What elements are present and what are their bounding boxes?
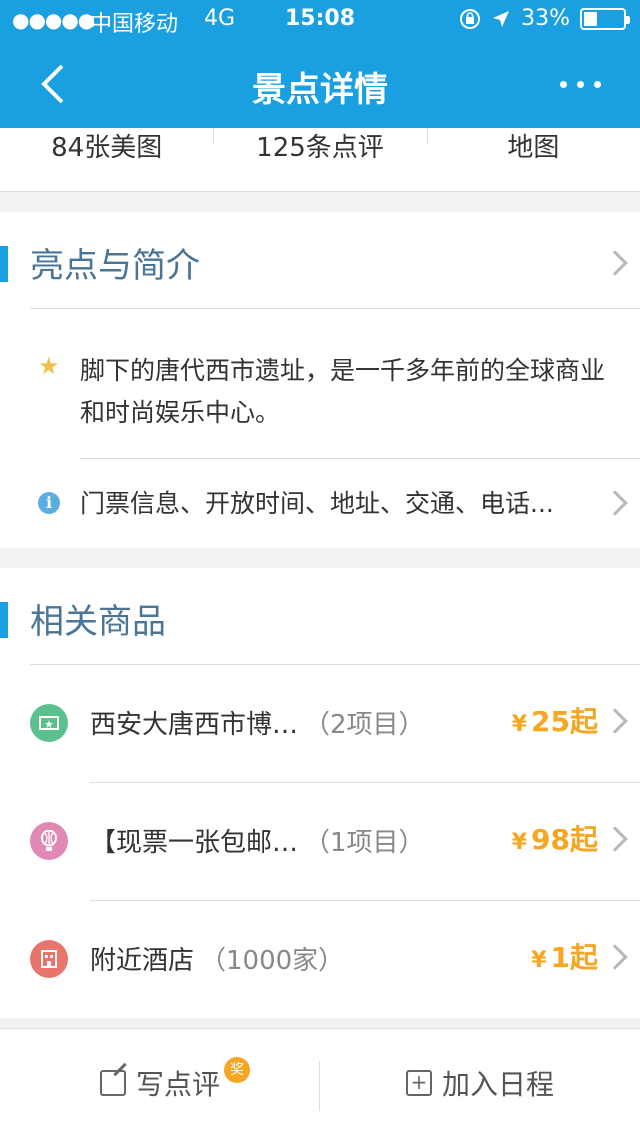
location-icon xyxy=(493,10,510,27)
product-count: （2项目） xyxy=(304,710,425,740)
battery-level xyxy=(584,11,597,26)
top-bar: ●●●●● 中国移动 4G 15:08 33% 景点详情 xyxy=(0,0,640,128)
price-value: 25起 xyxy=(531,705,598,738)
section-accent-bar xyxy=(0,602,8,638)
calendar-add-icon: + xyxy=(405,1070,432,1096)
chevron-right-icon xyxy=(602,708,628,734)
battery-icon xyxy=(580,7,630,30)
product-title: 附近酒店 xyxy=(90,946,195,976)
products-header: 相关商品 xyxy=(0,568,640,664)
intro-section: 亮点与简介 ★ 脚下的唐代西市遗址，是一千多年前的全球商业和时尚娱乐中心。 i … xyxy=(0,212,640,548)
product-price: ¥98起 xyxy=(512,818,598,858)
product-row[interactable]: 西安大唐西市博… （2项目） ¥25起 xyxy=(0,664,640,782)
media-tabs: 84张美图 125条点评 地图 xyxy=(0,128,640,192)
edit-icon xyxy=(99,1070,126,1096)
section-title: 亮点与简介 xyxy=(30,246,200,286)
product-title: 西安大唐西市博… xyxy=(90,710,299,740)
more-button[interactable] xyxy=(542,64,618,104)
tab-map[interactable]: 地图 xyxy=(426,128,640,191)
info-icon: i xyxy=(38,492,60,514)
reward-badge: 奖 xyxy=(224,1057,250,1083)
star-icon: ★ xyxy=(38,352,60,380)
hotel-icon xyxy=(30,940,68,978)
product-price: ¥25起 xyxy=(512,700,598,740)
product-name: 【现票一张包邮… （1项目） xyxy=(90,822,425,859)
chevron-right-icon xyxy=(602,826,628,852)
ticket-icon xyxy=(30,704,68,742)
write-review-button[interactable]: 写点评 xyxy=(0,1029,320,1136)
highlight-text: 脚下的唐代西市遗址，是一千多年前的全球商业和时尚娱乐中心。 xyxy=(80,356,606,427)
currency-symbol: ¥ xyxy=(511,712,528,737)
divider xyxy=(30,308,640,309)
section-title: 相关商品 xyxy=(30,602,166,642)
write-review-label: 写点评 xyxy=(135,1068,220,1101)
product-price: ¥1起 xyxy=(531,936,598,976)
rotation-lock-icon xyxy=(460,8,481,29)
balloon-icon xyxy=(30,822,68,860)
add-schedule-button[interactable]: + 加入日程 xyxy=(320,1029,640,1136)
price-value: 1起 xyxy=(550,941,598,974)
nav-bar: 景点详情 xyxy=(0,40,640,128)
product-title: 【现票一张包邮… xyxy=(90,828,299,858)
product-count: （1000家） xyxy=(200,946,345,976)
products-section: 相关商品 西安大唐西市博… （2项目） ¥25起 【现票一张包邮… （1项目） ¥9… xyxy=(0,568,640,1018)
section-accent-bar xyxy=(0,246,8,282)
info-row[interactable]: i 门票信息、开放时间、地址、交通、电话... xyxy=(0,458,640,548)
tab-photos[interactable]: 84张美图 xyxy=(0,128,213,191)
product-row[interactable]: 附近酒店 （1000家） ¥1起 xyxy=(0,900,640,1018)
chevron-right-icon xyxy=(602,944,628,970)
intro-header[interactable]: 亮点与简介 xyxy=(0,212,640,308)
add-schedule-label: 加入日程 xyxy=(441,1068,554,1101)
product-name: 附近酒店 （1000家） xyxy=(90,940,344,977)
info-text: 门票信息、开放时间、地址、交通、电话... xyxy=(80,489,554,518)
bottom-action-bar: 写点评 奖 + 加入日程 xyxy=(0,1028,640,1136)
tab-reviews[interactable]: 125条点评 xyxy=(213,128,426,191)
product-count: （1项目） xyxy=(304,828,425,858)
currency-symbol: ¥ xyxy=(511,830,528,855)
product-row[interactable]: 【现票一张包邮… （1项目） ¥98起 xyxy=(0,782,640,900)
status-bar: ●●●●● 中国移动 4G 15:08 33% xyxy=(0,0,640,40)
status-right: 33% xyxy=(459,6,630,31)
currency-symbol: ¥ xyxy=(531,948,547,973)
price-value: 98起 xyxy=(531,823,598,856)
battery-percent: 33% xyxy=(521,6,570,31)
chevron-right-icon xyxy=(602,250,628,276)
product-name: 西安大唐西市博… （2项目） xyxy=(90,704,425,741)
more-dots-icon xyxy=(559,80,567,88)
